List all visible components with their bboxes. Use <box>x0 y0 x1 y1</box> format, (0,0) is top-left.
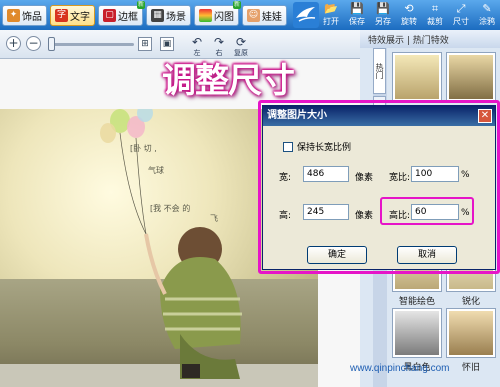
overlay-title-text: 调整尺寸 <box>162 61 295 101</box>
effect-label-vintage: 怀旧 <box>461 363 480 373</box>
reset-icon[interactable]: ⟳ <box>232 35 250 49</box>
dialog-title: 调整图片大小 <box>263 106 495 126</box>
height-ratio-label: 高比: <box>389 211 411 221</box>
flash-icon <box>199 9 212 22</box>
cancel-button[interactable]: 取消 <box>397 246 457 264</box>
rotate-label: 旋转 <box>401 17 417 26</box>
resize-dialog: 调整图片大小 ✕ 保持长宽比例 宽: 486 像素 宽比: 100 % 高: 2… <box>262 105 496 270</box>
rotate-button[interactable]: ⟲ 旋转 <box>396 2 422 28</box>
keep-ratio-label: 保持长宽比例 <box>297 143 352 153</box>
width-input[interactable]: 486 <box>303 166 349 182</box>
crop-button[interactable]: ⌗ 裁剪 <box>422 2 448 28</box>
logo-bird-icon <box>293 2 319 28</box>
save-label: 保存 <box>349 17 365 26</box>
effect-thumb-vintage[interactable] <box>446 308 496 358</box>
scene-icon: ▦ <box>151 9 164 22</box>
svg-text:[我 不会 的: [我 不会 的 <box>150 203 190 213</box>
keep-ratio-checkbox[interactable]: 保持长宽比例 <box>283 140 351 153</box>
doll-icon: ☺ <box>247 9 260 22</box>
width-label: 宽: <box>279 173 292 183</box>
actual-size-icon[interactable]: ▣ <box>160 37 174 51</box>
undo-icon[interactable]: ↶ <box>188 35 206 49</box>
tab-flash[interactable]: 闪图 新 <box>194 1 241 26</box>
height-ratio-input[interactable]: 60 <box>411 204 459 220</box>
doodle-icon: ✎ <box>482 2 492 15</box>
text-icon: 字 <box>55 9 68 22</box>
checkbox-box[interactable] <box>283 141 293 152</box>
effect-thumb[interactable] <box>392 52 442 102</box>
category-tabs: ✦ 饰品 字 文字 ▢ 边框 新 ▦ 场景 闪图 新 ☺ 娃娃 <box>2 1 287 26</box>
overlay-title: 调整尺寸 <box>162 53 322 105</box>
width-ratio-input[interactable]: 100 <box>411 166 459 182</box>
doodle-button[interactable]: ✎ 涂鸦 <box>474 2 500 28</box>
size-button[interactable]: ⤢ 尺寸 <box>448 2 474 28</box>
doodle-label: 涂鸦 <box>479 17 495 26</box>
jewelry-icon: ✦ <box>7 9 20 22</box>
file-tools: 📂 打开 💾 保存 💾 另存 ⟲ 旋转 ⌗ 裁剪 ⤢ 尺寸 ✎ 涂鸦 <box>318 2 500 28</box>
new-badge: 新 <box>232 1 241 9</box>
tab-label: 饰品 <box>22 12 42 23</box>
width-unit: 像素 <box>355 173 374 183</box>
zoom-slider-track[interactable] <box>48 43 134 46</box>
tab-jewelry[interactable]: ✦ 饰品 <box>2 5 47 26</box>
ok-button[interactable]: 确定 <box>307 246 367 264</box>
zoom-slider-thumb[interactable] <box>48 37 55 51</box>
redo-icon[interactable]: ↷ <box>210 35 228 49</box>
size-icon: ⤢ <box>456 2 466 15</box>
save-button[interactable]: 💾 保存 <box>344 2 370 28</box>
height-unit: 像素 <box>355 211 374 221</box>
effect-thumb-bw[interactable] <box>392 308 442 358</box>
height-input[interactable]: 245 <box>303 204 349 220</box>
effect-label-sharpen: 锐化 <box>461 297 480 307</box>
crop-label: 裁剪 <box>427 17 443 26</box>
height-ratio-unit: % <box>461 208 470 218</box>
save-as-button[interactable]: 💾 另存 <box>370 2 396 28</box>
tab-label: 场景 <box>166 12 186 23</box>
tab-doll[interactable]: ☺ 娃娃 <box>242 5 287 26</box>
open-label: 打开 <box>323 17 339 26</box>
top-toolbar: ✦ 饰品 字 文字 ▢ 边框 新 ▦ 场景 闪图 新 ☺ 娃娃 📂 打开 💾 保… <box>0 0 500 30</box>
tab-scene[interactable]: ▦ 场景 <box>146 5 191 26</box>
svg-text:[卧 切 ,: [卧 切 , <box>130 144 157 153</box>
height-label: 高: <box>279 211 292 221</box>
open-icon: 📂 <box>324 2 338 15</box>
tab-label: 边框 <box>118 12 138 23</box>
svg-text:飞: 飞 <box>210 214 218 223</box>
tab-text[interactable]: 字 文字 <box>50 5 95 26</box>
save-as-icon: 💾 <box>376 2 390 15</box>
tab-label: 娃娃 <box>262 12 282 23</box>
zoom-out-icon[interactable]: − <box>26 36 41 51</box>
fit-screen-icon[interactable]: ⊞ <box>138 37 152 51</box>
size-label: 尺寸 <box>453 17 469 26</box>
zoom-in-icon[interactable]: + <box>6 36 21 51</box>
save-icon: 💾 <box>350 2 364 15</box>
effect-thumb[interactable] <box>446 52 496 102</box>
width-ratio-label: 宽比: <box>389 173 411 183</box>
new-badge: 新 <box>136 1 145 9</box>
tab-frame[interactable]: ▢ 边框 新 <box>98 1 145 26</box>
tab-hot[interactable]: 热门 <box>373 48 386 94</box>
effect-label-smart: 智能绘色 <box>398 297 435 307</box>
svg-text:气球: 气球 <box>148 165 164 175</box>
open-button[interactable]: 📂 打开 <box>318 2 344 28</box>
effects-panel-header: 特效展示 | 热门特效 <box>360 30 500 48</box>
frame-icon: ▢ <box>103 9 116 22</box>
tab-label: 闪图 <box>214 12 234 23</box>
tab-label: 文字 <box>70 12 90 23</box>
width-ratio-unit: % <box>461 170 470 180</box>
watermark: www.qinpinchang.com <box>350 363 450 374</box>
crop-icon: ⌗ <box>431 2 439 15</box>
save-as-label: 另存 <box>375 17 391 26</box>
close-icon[interactable]: ✕ <box>478 109 492 123</box>
rotate-icon: ⟲ <box>404 2 414 15</box>
